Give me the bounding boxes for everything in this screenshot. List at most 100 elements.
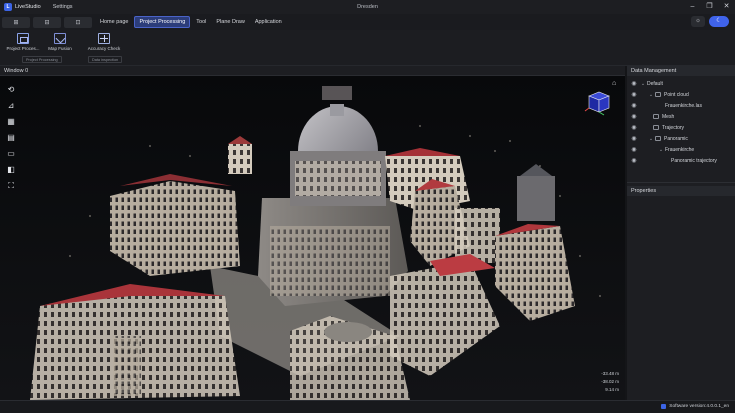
ribbon-toolbar: Project Proces... Map Fusion Accuracy Ch… xyxy=(0,30,735,66)
data-management-header: Data Management xyxy=(627,66,735,76)
status-bar: Software version:4.0.0.1_en xyxy=(0,400,735,413)
mesh-icon xyxy=(653,114,659,119)
layers-icon[interactable]: ▤ xyxy=(5,132,17,143)
minimize-button[interactable]: – xyxy=(688,2,697,11)
right-tower xyxy=(517,176,555,221)
church-windows xyxy=(270,226,390,296)
foreground-dome xyxy=(324,322,372,342)
theme-toggle: ☼ ☾ xyxy=(691,16,729,27)
trajectory-icon xyxy=(653,125,659,130)
chevron-down-icon[interactable]: ⌄ xyxy=(657,147,665,153)
visibility-eye-icon[interactable]: ◉ xyxy=(629,102,639,109)
quick-new-button[interactable]: ⊞ xyxy=(2,16,30,28)
tab-plane-draw[interactable]: Plane Draw xyxy=(212,16,248,28)
window-title: Dresden xyxy=(357,4,378,10)
tree-item-panoramic[interactable]: ◉ ⌄ Panoramic xyxy=(627,133,735,144)
tree-item-label: Default xyxy=(647,80,663,87)
visibility-eye-icon[interactable]: ◉ xyxy=(629,135,639,142)
settings-menu[interactable]: Settings xyxy=(53,4,73,10)
coordinate-y: -38.02 m xyxy=(601,379,619,384)
navigation-cube-icon[interactable] xyxy=(582,88,612,118)
ribbon-group-label: Project Processing xyxy=(22,56,62,63)
right-block xyxy=(455,208,500,263)
ribbon-group-label: Data inspection xyxy=(88,56,123,63)
chevron-down-icon[interactable]: ⌄ xyxy=(639,81,647,87)
dark-theme-icon[interactable]: ☾ xyxy=(709,16,729,27)
map-fusion-button[interactable]: Map Fusion xyxy=(40,33,80,51)
chevron-down-icon[interactable]: ⌄ xyxy=(647,92,655,98)
tree-item-default[interactable]: ◉ ⌄ Default xyxy=(627,78,735,89)
tree-item-label: Frauenkirche.las xyxy=(665,102,702,109)
tree-item-trajectory[interactable]: ◉ Trajectory xyxy=(627,122,735,133)
tab-project-processing[interactable]: Project Processing xyxy=(134,16,191,28)
visibility-eye-icon[interactable]: ◉ xyxy=(629,124,639,131)
point-cloud-scene[interactable] xyxy=(0,76,625,400)
tree-item-mesh[interactable]: ◉ Mesh xyxy=(627,111,735,122)
clip-box-icon[interactable]: ▭ xyxy=(5,148,17,159)
app-logo: L LiveStudio xyxy=(4,3,41,11)
chevron-down-icon[interactable]: ⌄ xyxy=(647,136,655,142)
rotate-view-icon[interactable]: ⟲ xyxy=(5,84,17,95)
light-theme-icon[interactable]: ☼ xyxy=(691,16,705,27)
properties-body xyxy=(627,196,735,401)
tree-item-las-file[interactable]: ◉ Frauenkirche.las xyxy=(627,100,735,111)
window-controls: – ❐ ✕ xyxy=(688,2,731,11)
tree-item-label: Panoramic xyxy=(664,135,688,142)
quick-save-button[interactable]: ⊟ xyxy=(33,16,61,28)
section-icon[interactable]: ◧ xyxy=(5,164,17,175)
version-text: Software version:4.0.0.1_en xyxy=(669,404,729,409)
visibility-eye-icon[interactable]: ◉ xyxy=(629,146,639,153)
visibility-eye-icon[interactable]: ◉ xyxy=(629,80,639,87)
data-tree: ◉ ⌄ Default ◉ ⌄ Point cloud ◉ Frauenkirc… xyxy=(627,76,735,176)
viewport-toolbar: ⟲ ⊿ ▦ ▤ ▭ ◧ ⛶ xyxy=(5,84,17,191)
tree-item-point-cloud[interactable]: ◉ ⌄ Point cloud xyxy=(627,89,735,100)
tab-tool[interactable]: Tool xyxy=(192,16,210,28)
visibility-eye-icon[interactable]: ◉ xyxy=(629,113,639,120)
coordinate-x: -33.48 m xyxy=(601,371,619,376)
app-name: LiveStudio xyxy=(15,4,41,10)
tree-item-label: Panoramic trajectory xyxy=(671,157,717,164)
home-view-icon[interactable]: ⌂ xyxy=(612,80,616,87)
quick-access-toolbar: ⊞ ⊟ ⊡ xyxy=(2,16,92,28)
software-version: Software version:4.0.0.1_en xyxy=(661,404,729,409)
measure-icon[interactable]: ⊿ xyxy=(5,100,17,111)
panoramic-icon xyxy=(655,136,661,141)
fullscreen-icon[interactable]: ⛶ xyxy=(5,180,17,191)
church-top-fragment xyxy=(322,86,352,100)
tree-item-panoramic-trajectory[interactable]: ◉ Panoramic trajectory xyxy=(627,155,735,166)
right-panel: Data Management ◉ ⌄ Default ◉ ⌄ Point cl… xyxy=(627,66,735,401)
project-processing-button[interactable]: Project Proces... xyxy=(3,33,43,51)
ribbon-label: Project Proces... xyxy=(6,46,40,51)
tree-item-label: Point cloud xyxy=(664,91,689,98)
accuracy-check-button[interactable]: Accuracy Check xyxy=(84,33,124,51)
ribbon-label: Accuracy Check xyxy=(87,46,121,51)
3d-viewport[interactable]: Window 0 ⟲ ⊿ ▦ ▤ ▭ ◧ ⛶ ⌂ -33.48 m -38.02… xyxy=(0,66,625,400)
visibility-eye-icon[interactable]: ◉ xyxy=(629,157,639,164)
app-logo-icon: L xyxy=(4,3,12,11)
restore-button[interactable]: ❐ xyxy=(705,2,714,11)
church-drum-windows xyxy=(295,161,381,196)
coordinate-z: 9.14 m xyxy=(605,387,619,392)
point-cloud-icon xyxy=(655,92,661,97)
process-icon xyxy=(17,33,29,44)
grid-icon[interactable]: ▦ xyxy=(5,116,17,127)
tab-application[interactable]: Application xyxy=(251,16,286,28)
title-bar: L LiveStudio Settings Dresden – ❐ ✕ xyxy=(0,0,735,14)
tab-home-page[interactable]: Home page xyxy=(96,16,132,28)
close-button[interactable]: ✕ xyxy=(722,2,731,11)
check-icon xyxy=(98,33,110,44)
visibility-eye-icon[interactable]: ◉ xyxy=(629,91,639,98)
fusion-icon xyxy=(54,33,66,44)
panel-divider xyxy=(627,182,735,183)
foreground-window-block xyxy=(113,336,141,396)
quick-delete-button[interactable]: ⊡ xyxy=(64,16,92,28)
church-lantern xyxy=(330,104,344,116)
tree-item-label: Mesh xyxy=(662,113,675,120)
viewport-header: Window 0 xyxy=(0,66,625,76)
left-tower-building xyxy=(228,144,252,174)
app-small-icon xyxy=(661,404,667,409)
main-tabs: Home page Project Processing Tool Plane … xyxy=(96,16,286,28)
coordinate-readout: -33.48 m -38.02 m 9.14 m xyxy=(601,370,619,394)
viewport-title: Window 0 xyxy=(4,68,29,74)
tree-item-frauenkirche[interactable]: ◉ ⌄ Frauenkirche xyxy=(627,144,735,155)
